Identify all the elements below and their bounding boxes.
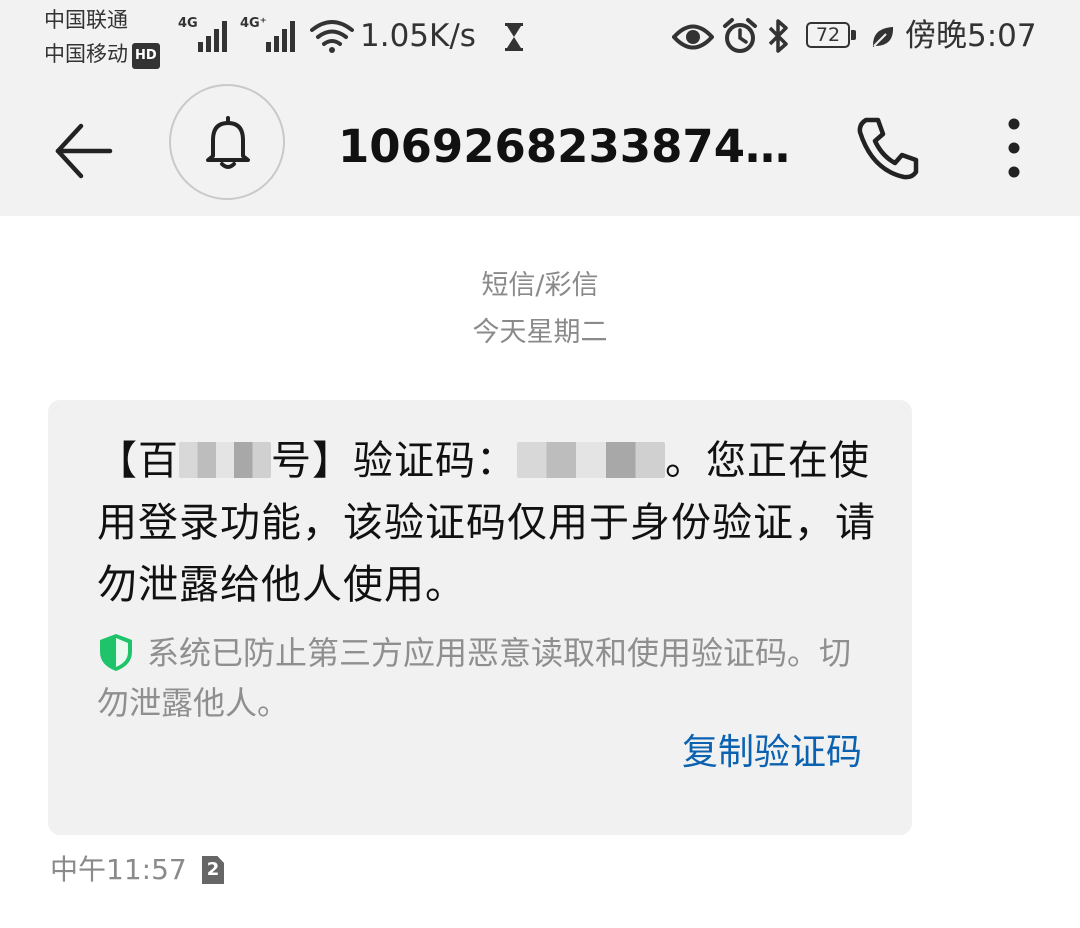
signal-icon-2 [266,21,295,52]
net-speed-label: 1.05K/s [360,18,476,54]
wifi-icon [310,20,354,53]
security-notice-text: 系统已防止第三方应用恶意读取和使用验证码。切勿泄露他人。 [97,634,852,722]
conversation-header: 10692682338743... [0,78,1080,216]
hd-badge: HD [132,43,160,69]
hourglass-icon [505,23,523,51]
more-vertical-icon[interactable] [990,112,1038,184]
date-separator: 今天星期二 [472,317,608,348]
message-text: 【百 号】验证码： 。您正在使用登录功能，该验证码仅用于身份验证，请勿泄露给他人使用… [97,430,877,616]
message-timestamp: 中午11:57 [50,853,187,886]
message-bubble[interactable]: 【百 号】验证码： 。您正在使用登录功能，该验证码仅用于身份验证，请勿泄露给他人使用… [48,400,912,835]
copy-code-button[interactable]: 复制验证码 [682,730,862,776]
leaf-icon [872,27,894,47]
security-notice: 系统已防止第三方应用恶意读取和使用验证码。切勿泄露他人。 [97,628,877,728]
phone-icon[interactable] [852,112,924,184]
message-text-part2: 号】验证码： [271,438,517,484]
battery-icon: 72 [806,22,850,48]
notification-bell-button[interactable] [169,84,285,200]
signal-icon [198,21,227,52]
bell-icon [206,116,250,169]
message-text-part1: 【百 [97,438,179,484]
eye-icon [672,24,714,50]
shield-check-icon [100,634,132,671]
carrier-2-label: 中国移动 HD [44,42,160,69]
status-time: 傍晚5:07 [905,18,1037,54]
status-bar: 中国联通 中国移动 HD 4G 4G⁺ 1.05K/s 72 傍晚5:07 [0,0,1080,78]
contact-title: 10692682338743... [338,120,818,173]
battery-tip [851,30,856,40]
carrier-1-label: 中国联通 [44,8,128,32]
sim-card-icon: 2 [202,856,224,884]
network-type-1: 4G [178,16,198,31]
carrier-2-name: 中国移动 [44,42,128,66]
back-arrow-icon[interactable] [50,118,116,184]
message-type-label: 短信/彩信 [481,270,599,301]
alarm-icon [723,18,757,53]
redacted-verification-code [517,442,665,478]
redacted-sender-name [179,442,271,478]
bluetooth-icon [768,19,788,53]
network-type-2: 4G⁺ [240,16,267,31]
